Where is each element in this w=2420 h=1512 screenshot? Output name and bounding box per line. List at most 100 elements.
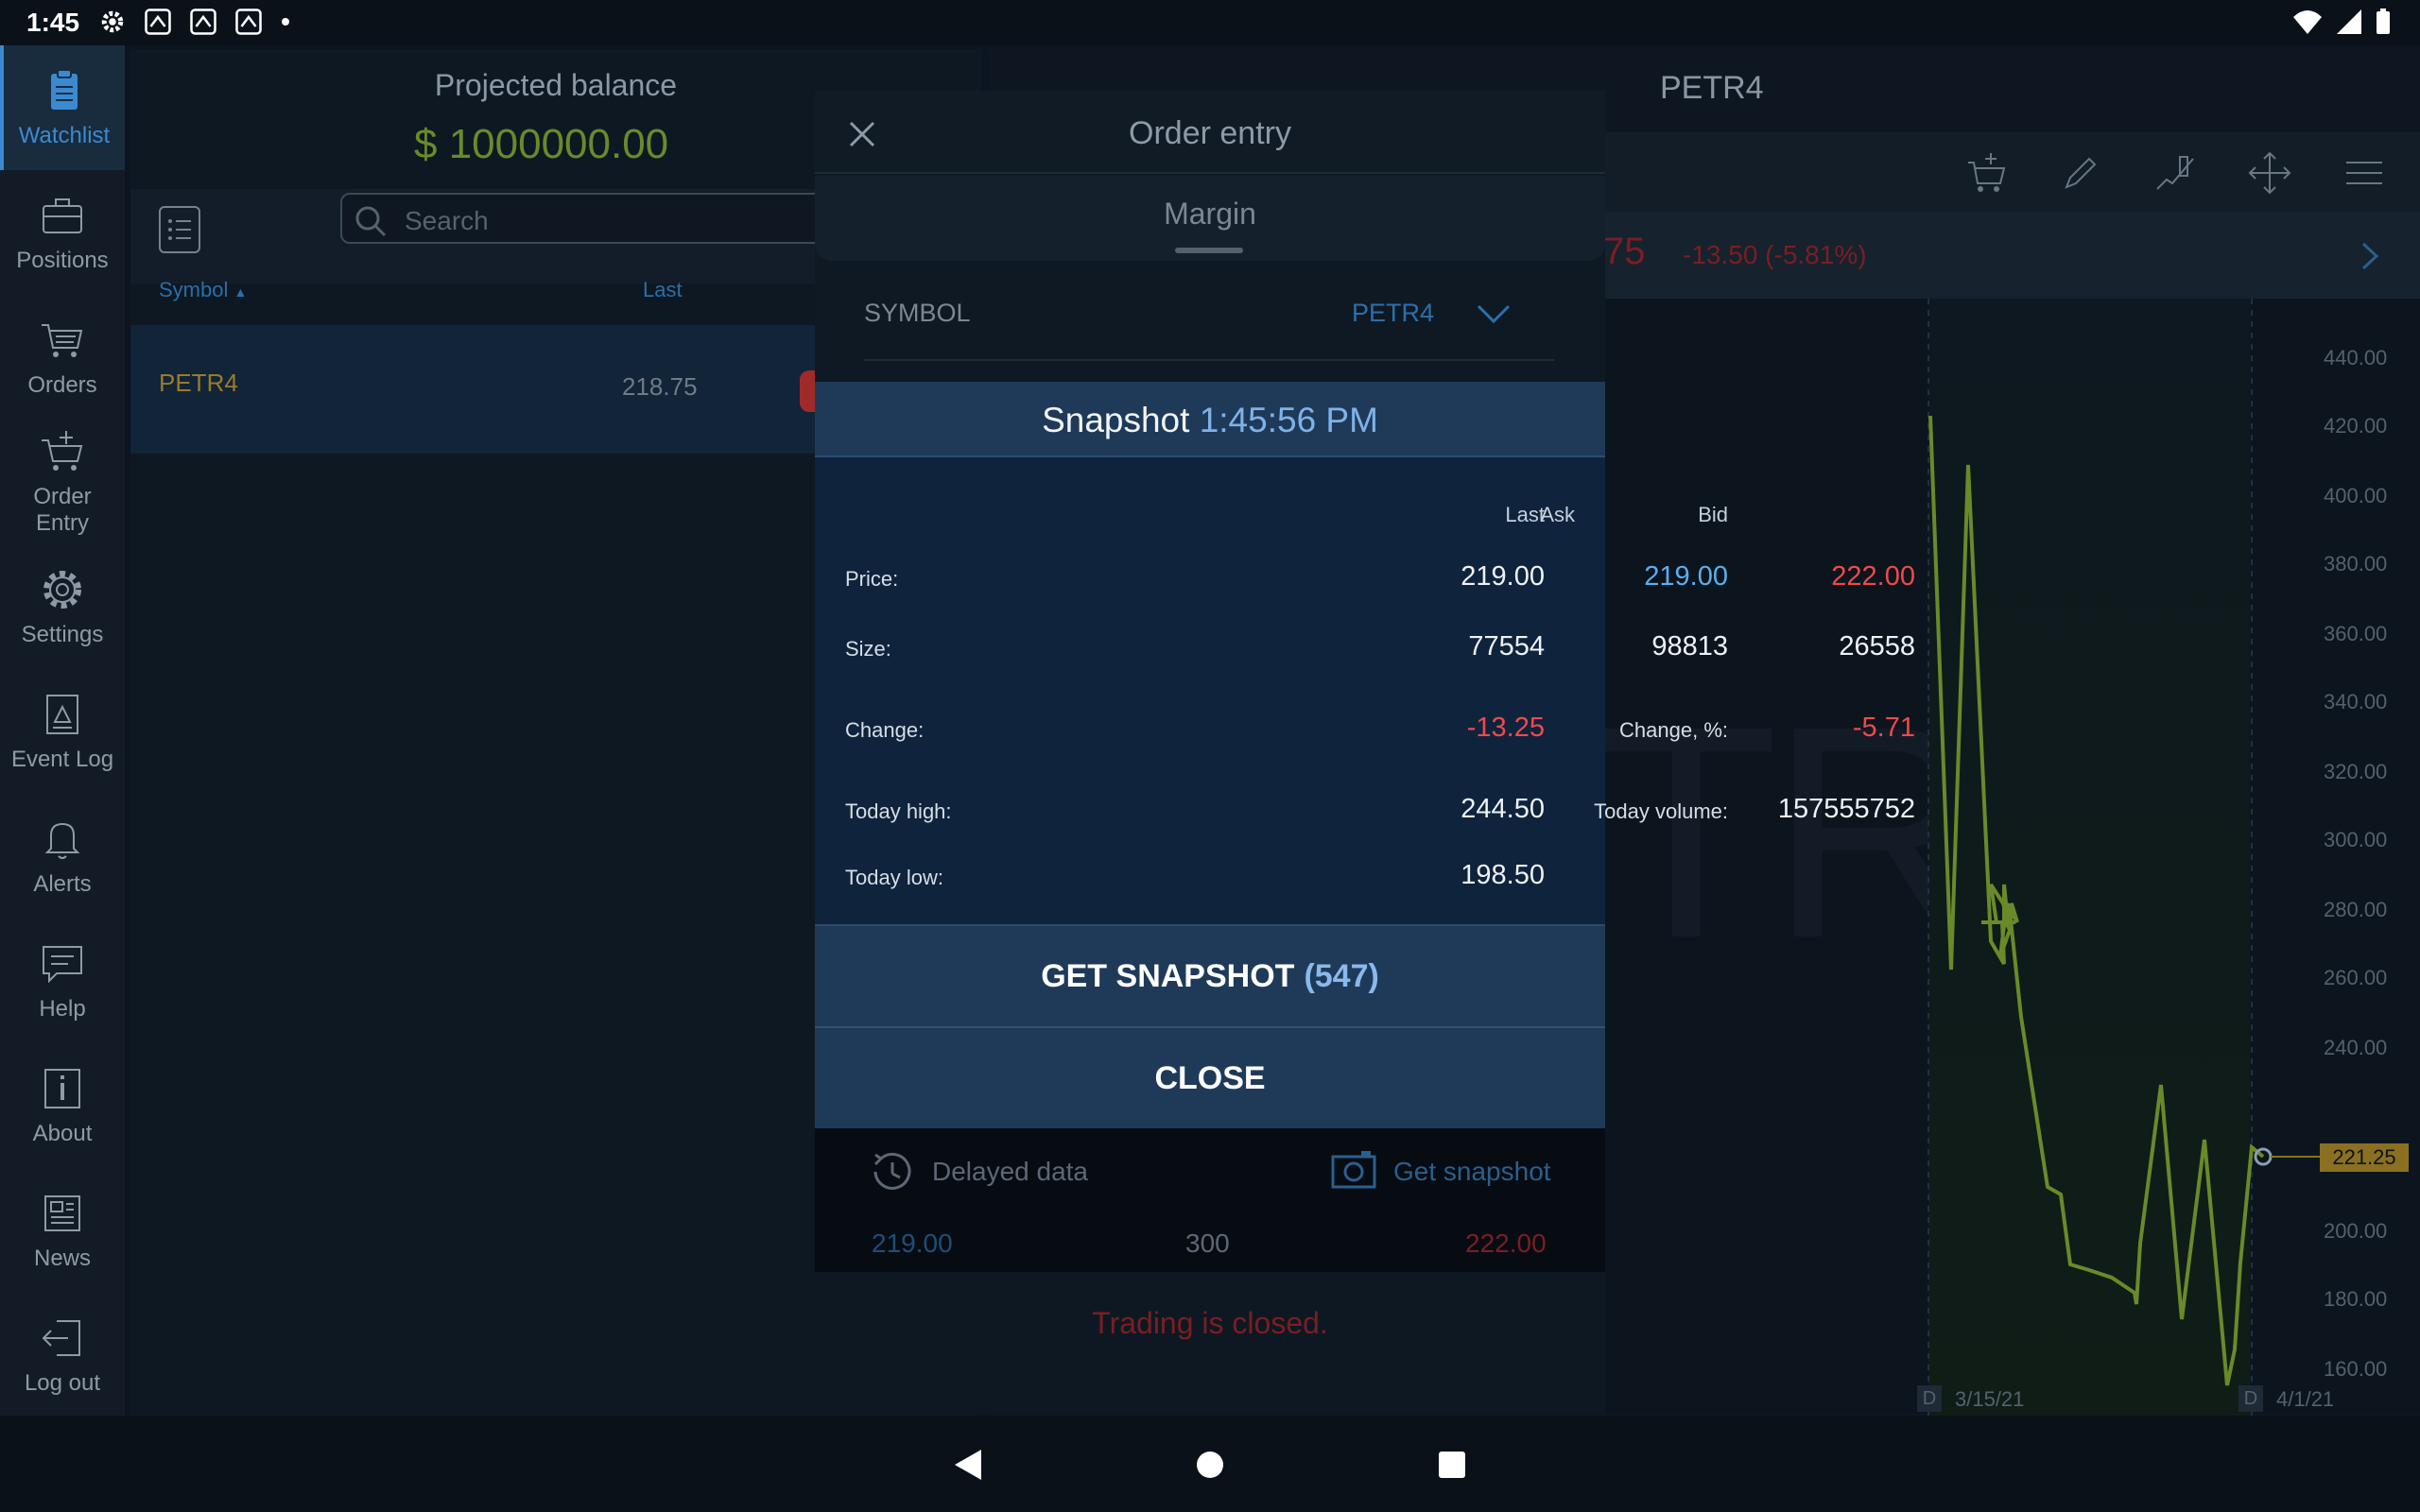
nav-event-log[interactable]: Event Log	[0, 669, 125, 794]
y-tick-label: 280.00	[2324, 898, 2388, 921]
chat-icon	[43, 946, 82, 984]
log-icon	[46, 695, 78, 734]
quote-ask: 222.00	[1465, 1228, 1547, 1258]
today-low-label: Today low:	[845, 866, 943, 889]
nav-positions[interactable]: Positions	[0, 170, 125, 295]
nav-label: Settings	[21, 622, 104, 647]
nav-help[interactable]: Help	[0, 919, 125, 1043]
date-marker: D	[1917, 1385, 1942, 1412]
column-header-last[interactable]: Last	[643, 278, 683, 302]
clipboard-icon	[51, 69, 78, 110]
y-tick-label: 360.00	[2324, 622, 2388, 645]
chevron-right-icon[interactable]	[2356, 240, 2384, 272]
y-tick-label: 340.00	[2324, 690, 2388, 713]
drag-handle[interactable]	[1175, 248, 1243, 253]
date-label: 3/15/21	[1955, 1387, 2025, 1411]
move-crosshair-icon[interactable]	[2248, 151, 2291, 195]
info-icon	[44, 1069, 80, 1108]
pencil-icon[interactable]	[2059, 151, 2102, 195]
nav-log-out[interactable]: Log out	[0, 1293, 125, 1418]
nav-label: Help	[39, 996, 86, 1022]
dot-icon	[282, 18, 289, 26]
get-snapshot-label: GET SNAPSHOT	[1041, 957, 1295, 994]
home-icon[interactable]	[1195, 1450, 1225, 1480]
gear-icon	[43, 571, 81, 609]
snapshot-body: Last Bid Ask Price: 219.00 219.00 222.00…	[815, 457, 1915, 924]
nav-orders[interactable]: Orders	[0, 295, 125, 420]
nav-label: Positions	[16, 248, 109, 273]
margin-label: Margin	[1164, 197, 1256, 231]
history-clock-icon	[873, 1152, 911, 1190]
recents-icon[interactable]	[1437, 1450, 1467, 1480]
chart-last-partial: 75	[1603, 231, 1646, 272]
nav-label: News	[33, 1246, 91, 1271]
size-ask: 26558	[1839, 631, 1915, 662]
nav-watchlist[interactable]: Watchlist	[0, 45, 125, 170]
back-icon[interactable]	[951, 1446, 985, 1484]
candle-indicator-icon[interactable]	[2153, 151, 2197, 195]
quote-strip: Delayed data Get snapshot 219.00 300 222…	[815, 1128, 1605, 1272]
row-last: 218.75	[622, 372, 698, 401]
symbol-selector[interactable]: SYMBOL PETR4	[864, 280, 1554, 361]
battery-icon	[2377, 9, 2390, 34]
quote-size: 300	[1185, 1228, 1230, 1258]
y-tick-label: 380.00	[2324, 552, 2388, 576]
list-icon	[168, 219, 191, 240]
status-bar: 1:45	[0, 0, 2420, 45]
chart-change-text: -13.50 (-5.81%)	[1683, 240, 1867, 269]
list-view-button[interactable]	[159, 206, 200, 253]
y-tick-label: 200.00	[2324, 1219, 2388, 1243]
wifi-icon	[2293, 10, 2322, 34]
y-axis	[2369, 299, 2420, 1423]
status-right	[2291, 8, 2392, 36]
chevron-down-icon	[1477, 304, 1511, 324]
nav-order-entry[interactable]: Order Entry	[0, 420, 125, 544]
y-tick-label: 420.00	[2324, 414, 2388, 438]
date-marker: D	[2238, 1385, 2263, 1412]
column-label: Symbol	[159, 278, 229, 301]
nav-about[interactable]: About	[0, 1043, 125, 1168]
row-symbol: PETR4	[159, 369, 238, 397]
header-ask: Ask	[1540, 503, 1575, 526]
search-placeholder: Search	[405, 206, 489, 235]
add-order-icon[interactable]	[1964, 151, 2008, 195]
snapshot-time: 1:45:56 PM	[1199, 401, 1378, 439]
change-pct-value: -5.71	[1852, 713, 1915, 743]
y-tick-label: 320.00	[2324, 760, 2388, 783]
get-snapshot-link[interactable]: Get snapshot	[1393, 1157, 1551, 1187]
close-button[interactable]: CLOSE	[815, 1028, 1605, 1128]
status-icons	[98, 8, 291, 36]
nav-label: Watchlist	[18, 123, 111, 148]
delayed-data-label: Delayed data	[932, 1157, 1089, 1186]
nav-news[interactable]: News	[0, 1168, 125, 1293]
cart-plus-icon	[42, 431, 83, 471]
order-entry-header: Order entry	[815, 91, 1605, 174]
app-notification-icon	[235, 9, 262, 35]
logout-icon	[42, 1320, 80, 1356]
menu-icon[interactable]	[2342, 151, 2386, 195]
trading-status: Trading is closed.	[1092, 1306, 1328, 1340]
chart-title: PETR4	[1660, 70, 1764, 106]
today-low-value: 198.50	[1461, 860, 1545, 890]
app-notification-icon	[145, 9, 171, 35]
status-time: 1:45	[26, 8, 80, 37]
camera-icon[interactable]	[1331, 1149, 1376, 1189]
symbol-value: PETR4	[1352, 299, 1435, 327]
column-header-symbol[interactable]: Symbol ▲	[159, 278, 247, 302]
signal-icon	[2337, 9, 2361, 34]
y-tick-label: 260.00	[2324, 966, 2388, 989]
bell-icon	[44, 822, 80, 859]
snapshot-title-row: Snapshot 1:45:56 PM	[815, 401, 1605, 440]
symbol-label: SYMBOL	[864, 299, 971, 327]
snapshot-dialog: Snapshot 1:45:56 PM Last Bid Ask Price: …	[815, 382, 1915, 1128]
search-icon	[355, 206, 387, 237]
header-bid: Bid	[1698, 503, 1728, 526]
get-snapshot-button[interactable]: GET SNAPSHOT (547)	[815, 924, 1605, 1028]
nav-settings[interactable]: Settings	[0, 544, 125, 669]
y-tick-label: 180.00	[2324, 1287, 2388, 1311]
app-notification-icon	[190, 9, 216, 35]
nav-alerts[interactable]: Alerts	[0, 794, 125, 919]
quote-bid: 219.00	[872, 1228, 953, 1258]
cart-icon	[42, 324, 83, 357]
get-snapshot-count: (547)	[1304, 957, 1379, 994]
